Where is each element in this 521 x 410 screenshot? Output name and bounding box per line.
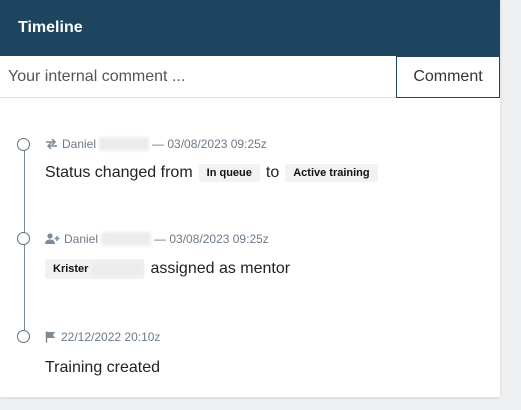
event-text: to xyxy=(265,164,280,181)
redacted-name xyxy=(92,262,145,276)
redacted-name xyxy=(99,137,150,151)
timeline-dot xyxy=(17,330,30,343)
redacted-name xyxy=(101,232,152,246)
event-meta: Daniel — 03/08/2023 09:25z xyxy=(45,231,269,247)
add-user-icon xyxy=(45,233,60,245)
timeline-dot xyxy=(17,138,30,151)
event-timestamp: 22/12/2022 20:10z xyxy=(61,330,161,344)
event-timestamp: — 03/08/2023 09:25z xyxy=(154,232,269,246)
event-body: Krister assigned as mentor xyxy=(45,258,290,280)
event-text: assigned as mentor xyxy=(150,260,291,277)
flag-icon xyxy=(45,331,57,343)
to-status-badge: Active training xyxy=(285,164,378,182)
mentor-name: Krister xyxy=(53,263,89,275)
from-status-badge: In queue xyxy=(198,164,260,182)
event-author: Daniel xyxy=(62,137,97,151)
event-text: Status changed from xyxy=(45,164,193,181)
panel-title: Timeline xyxy=(18,19,83,36)
event-text: Training created xyxy=(45,359,161,376)
event-author: Daniel xyxy=(64,232,99,246)
event-meta: Daniel — 03/08/2023 09:25z xyxy=(45,136,267,152)
event-body: Status changed from In queue to Active t… xyxy=(45,162,384,184)
swap-arrows-icon xyxy=(45,138,58,150)
mentor-name-badge: Krister xyxy=(45,259,145,279)
comment-row: Comment xyxy=(0,56,500,98)
comment-input[interactable] xyxy=(0,56,396,97)
event-body: Training created xyxy=(45,357,160,379)
event-meta: 22/12/2022 20:10z xyxy=(45,329,160,345)
timeline-panel: Timeline Comment Daniel — 03/08/2023 09:… xyxy=(0,0,500,397)
event-timestamp: — 03/08/2023 09:25z xyxy=(152,137,267,151)
panel-header: Timeline xyxy=(0,0,500,56)
comment-button[interactable]: Comment xyxy=(396,56,500,98)
timeline-dot xyxy=(17,232,30,245)
